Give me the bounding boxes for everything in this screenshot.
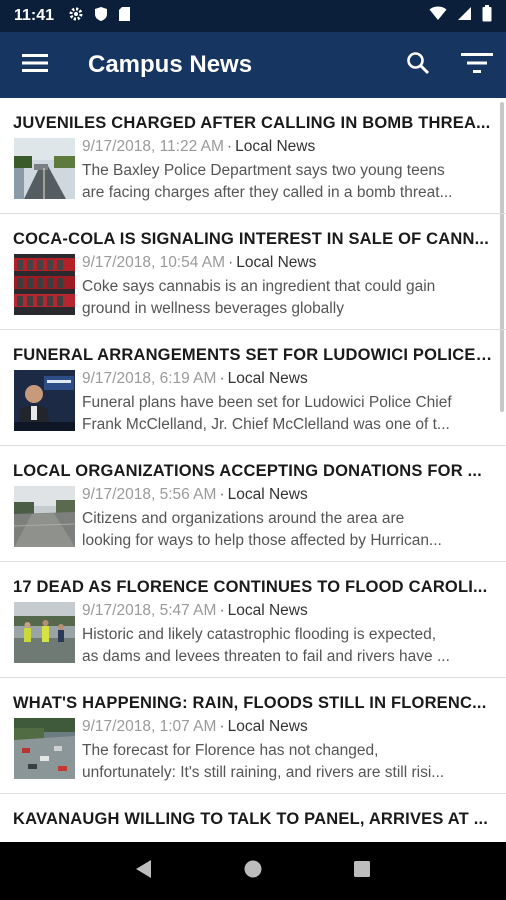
article-thumbnail bbox=[14, 370, 75, 431]
status-time: 11:41 bbox=[14, 7, 55, 24]
news-list[interactable]: JUVENILES CHARGED AFTER CALLING IN BOMB … bbox=[0, 98, 506, 842]
article-date: 9/17/2018, 10:54 AM bbox=[82, 254, 226, 271]
summary-line: ground in wellness beverages globally bbox=[82, 300, 344, 317]
article-thumbnail bbox=[14, 602, 75, 663]
article-date: 9/17/2018, 6:19 AM bbox=[82, 370, 217, 387]
article-source: Local News bbox=[227, 602, 308, 619]
article-source: Local News bbox=[227, 718, 308, 735]
status-notification-icons bbox=[68, 6, 131, 27]
article-title: COCA-COLA IS SIGNALING INTEREST IN SALE … bbox=[13, 230, 489, 248]
home-button[interactable] bbox=[233, 851, 273, 891]
article-thumbnail bbox=[14, 718, 75, 779]
news-list-item[interactable]: 17 DEAD AS FLORENCE CONTINUES TO FLOOD C… bbox=[0, 562, 506, 678]
summary-line: Historic and likely catastrophic floodin… bbox=[82, 626, 437, 643]
search-button[interactable] bbox=[394, 32, 442, 98]
article-thumbnail bbox=[14, 254, 75, 315]
article-title: WHAT'S HAPPENING: RAIN, FLOODS STILL IN … bbox=[13, 694, 487, 712]
article-title: LOCAL ORGANIZATIONS ACCEPTING DONATIONS … bbox=[13, 462, 482, 480]
news-list-item[interactable]: COCA-COLA IS SIGNALING INTEREST IN SALE … bbox=[0, 214, 506, 330]
hamburger-menu-icon bbox=[22, 53, 48, 78]
article-date: 9/17/2018, 5:56 AM bbox=[82, 486, 217, 503]
article-title: KAVANAUGH WILLING TO TALK TO PANEL, ARRI… bbox=[13, 810, 489, 828]
article-title: JUVENILES CHARGED AFTER CALLING IN BOMB … bbox=[13, 114, 491, 132]
article-summary: The Baxley Police Department says two yo… bbox=[82, 160, 496, 204]
meta-separator: · bbox=[226, 138, 233, 155]
article-summary: Historic and likely catastrophic floodin… bbox=[82, 624, 496, 668]
article-thumbnail bbox=[14, 486, 75, 547]
back-button[interactable] bbox=[124, 851, 164, 891]
meta-separator: · bbox=[219, 370, 225, 387]
wifi-icon bbox=[429, 6, 447, 26]
article-meta: 9/17/2018, 10:54 AM · Local News bbox=[82, 254, 316, 272]
app-title: Campus News bbox=[88, 51, 253, 78]
article-source: Local News bbox=[235, 138, 316, 155]
menu-button[interactable] bbox=[0, 32, 70, 98]
summary-line: as dams and levees threaten to fail and … bbox=[82, 648, 450, 665]
recents-button[interactable] bbox=[342, 851, 382, 891]
summary-line: Coke says cannabis is an ingredient that… bbox=[82, 278, 436, 295]
summary-line: The Baxley Police Department says two yo… bbox=[82, 162, 445, 179]
app-bar: Campus News bbox=[0, 32, 506, 98]
summary-line: unfortunately: It's still raining, and r… bbox=[82, 764, 445, 781]
summary-line: are facing charges after they called in … bbox=[82, 184, 453, 201]
article-source: Local News bbox=[227, 486, 308, 503]
article-summary: Citizens and organizations around the ar… bbox=[82, 508, 496, 552]
summary-line: The forecast for Florence has not change… bbox=[82, 742, 379, 759]
signal-icon bbox=[457, 6, 472, 26]
article-date: 9/17/2018, 11:22 AM bbox=[82, 138, 224, 155]
article-meta: 9/17/2018, 11:22 AM · Local News bbox=[82, 138, 315, 156]
article-date: 9/17/2018, 5:47 AM bbox=[82, 602, 217, 619]
system-navigation-bar bbox=[0, 842, 506, 900]
news-list-item[interactable]: FUNERAL ARRANGEMENTS SET FOR LUDOWICI PO… bbox=[0, 330, 506, 446]
news-list-item[interactable]: JUVENILES CHARGED AFTER CALLING IN BOMB … bbox=[0, 98, 506, 214]
article-meta: 9/17/2018, 5:56 AM · Local News bbox=[82, 486, 308, 504]
home-circle-icon bbox=[243, 859, 263, 884]
recents-square-icon bbox=[353, 860, 371, 883]
article-summary: Funeral plans have been set for Ludowici… bbox=[82, 392, 496, 436]
article-summary: The forecast for Florence has not change… bbox=[82, 740, 496, 784]
article-meta: 9/17/2018, 5:47 AM · Local News bbox=[82, 602, 308, 620]
meta-separator: · bbox=[219, 718, 225, 735]
meta-separator: · bbox=[219, 602, 225, 619]
article-date: 9/17/2018, 1:07 AM bbox=[82, 718, 217, 735]
search-icon bbox=[406, 51, 430, 80]
sd-card-icon bbox=[118, 6, 131, 27]
article-title: 17 DEAD AS FLORENCE CONTINUES TO FLOOD C… bbox=[13, 578, 488, 596]
article-source: Local News bbox=[227, 370, 308, 387]
news-list-item[interactable]: LOCAL ORGANIZATIONS ACCEPTING DONATIONS … bbox=[0, 446, 506, 562]
summary-line: looking for ways to help those affected … bbox=[82, 532, 442, 549]
summary-line: Funeral plans have been set for Ludowici… bbox=[82, 394, 452, 411]
status-bar: 11:41 bbox=[0, 0, 506, 32]
battery-icon bbox=[482, 5, 492, 27]
article-summary: Coke says cannabis is an ingredient that… bbox=[82, 276, 496, 320]
article-meta: 9/17/2018, 1:07 AM · Local News bbox=[82, 718, 308, 736]
meta-separator: · bbox=[228, 254, 234, 271]
article-source: Local News bbox=[236, 254, 317, 271]
back-triangle-icon bbox=[134, 859, 154, 884]
article-thumbnail bbox=[14, 138, 75, 199]
article-meta: 9/17/2018, 6:19 AM · Local News bbox=[82, 370, 308, 388]
filter-icon bbox=[461, 52, 493, 79]
status-system-icons bbox=[429, 5, 492, 27]
shield-icon bbox=[94, 6, 108, 27]
summary-line: Citizens and organizations around the ar… bbox=[82, 510, 405, 527]
article-title: FUNERAL ARRANGEMENTS SET FOR LUDOWICI PO… bbox=[13, 346, 494, 364]
news-list-item[interactable]: WHAT'S HAPPENING: RAIN, FLOODS STILL IN … bbox=[0, 678, 506, 794]
news-list-item[interactable]: KAVANAUGH WILLING TO TALK TO PANEL, ARRI… bbox=[0, 794, 506, 842]
meta-separator: · bbox=[219, 486, 225, 503]
summary-line: Frank McClelland, Jr. Chief McClelland w… bbox=[82, 416, 450, 433]
settings-gear-icon bbox=[68, 6, 84, 27]
filter-button[interactable] bbox=[452, 32, 502, 98]
